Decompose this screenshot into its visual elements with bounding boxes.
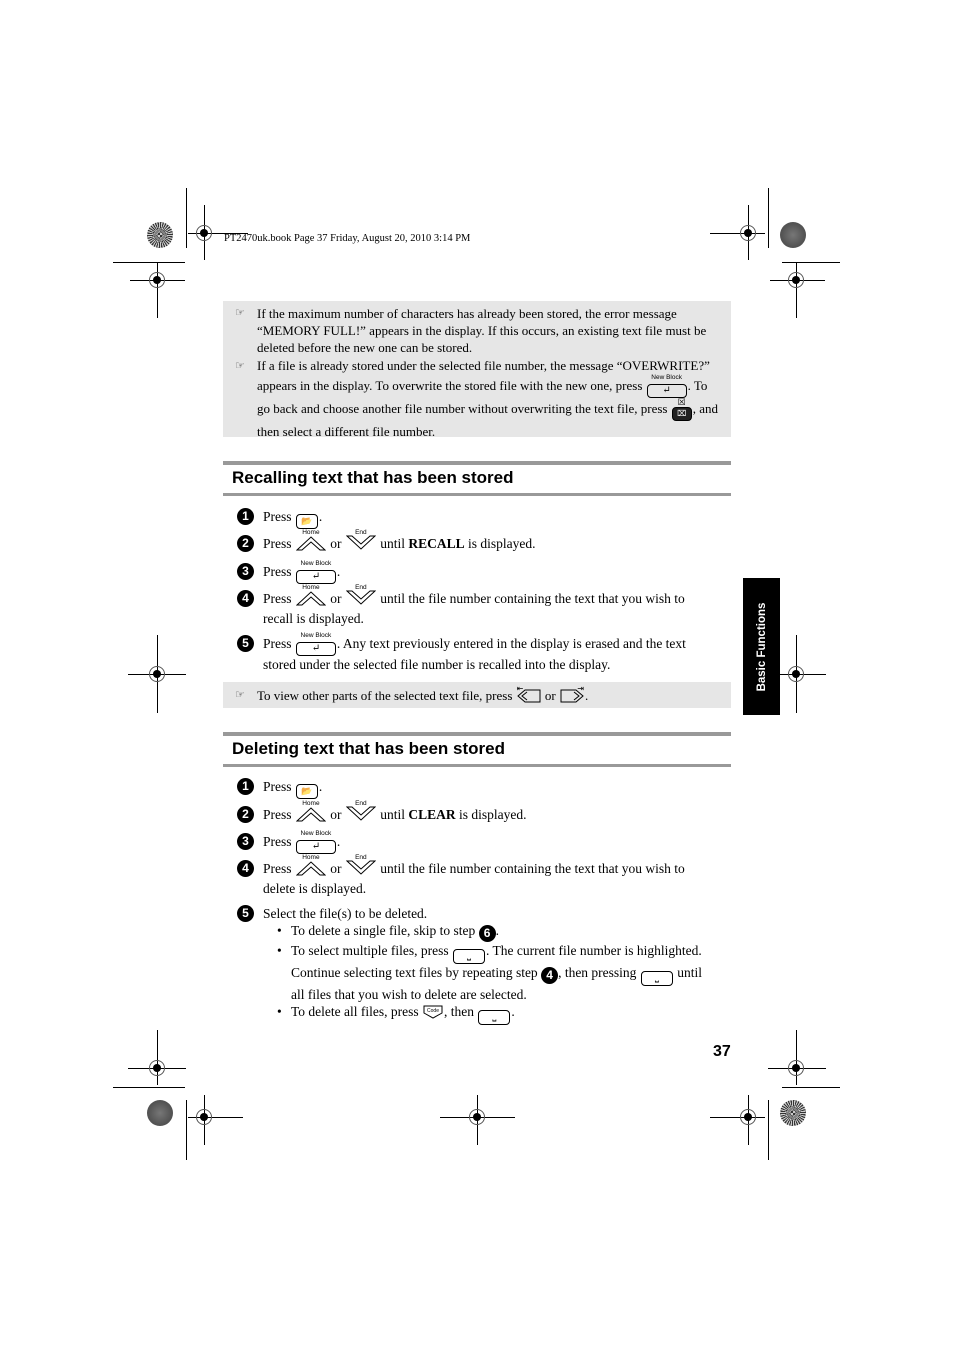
registration-mark-icon xyxy=(149,666,165,682)
crop-line xyxy=(710,233,765,234)
left-key: ⇤ xyxy=(517,684,541,707)
note-item: ☞ If a file is already stored under the … xyxy=(223,356,731,442)
step-number: 1 xyxy=(237,508,254,525)
section-heading-delete: Deleting text that has been stored xyxy=(223,732,731,767)
down-end-key: End xyxy=(345,854,377,880)
crop-line xyxy=(768,188,769,248)
enter-icon: ↵ xyxy=(295,642,336,656)
registration-mark-icon xyxy=(788,272,804,288)
color-star-target-icon xyxy=(147,1100,173,1126)
space-key: ⎵ xyxy=(640,967,673,986)
space-key: ⎵ xyxy=(453,945,486,964)
code-key-icon: Code xyxy=(423,1005,443,1019)
note-text: If a file is already stored under the se… xyxy=(257,358,710,393)
step-reference: 4 xyxy=(541,967,559,984)
recall-step-4: 4 Press Home or End until the file numbe… xyxy=(237,584,717,627)
recall-step-5: 5 Press New Block ↵. Any text previously … xyxy=(237,632,717,673)
crop-line xyxy=(186,1100,187,1160)
crop-line xyxy=(157,1030,158,1085)
step-number: 3 xyxy=(237,563,254,580)
bullet-item: To delete all files, press Code, then ⎵. xyxy=(277,1003,717,1025)
up-home-key: Home xyxy=(295,854,327,880)
delete-step-4: 4 Press Home or End until the file numbe… xyxy=(237,854,717,897)
note-text: If the maximum number of characters has … xyxy=(257,306,707,355)
pointing-hand-icon: ☞ xyxy=(235,307,245,319)
registration-mark-icon xyxy=(196,225,212,241)
step-reference: 6 xyxy=(478,925,496,942)
step-number: 5 xyxy=(237,635,254,652)
chapter-label: Basic Functions xyxy=(755,602,768,691)
registration-mark-icon xyxy=(196,1109,212,1125)
space-icon: ⎵ xyxy=(453,949,486,964)
registration-mark-icon xyxy=(149,1060,165,1076)
step-number: 4 xyxy=(237,860,254,877)
note-item: ☞ If the maximum number of characters ha… xyxy=(223,305,731,356)
new-block-key: New Block ↵ xyxy=(295,632,336,656)
registration-mark-icon xyxy=(788,666,804,682)
pointing-hand-icon: ☞ xyxy=(235,360,245,372)
bullet-item: To delete a single file, skip to step 6. xyxy=(277,922,717,942)
step-number: 5 xyxy=(237,905,254,922)
code-key: Code xyxy=(423,1004,443,1023)
print-info-header: PT2470uk.book Page 37 Friday, August 20,… xyxy=(224,233,471,244)
step-number: 1 xyxy=(237,778,254,795)
crop-line xyxy=(796,262,797,318)
pointing-hand-icon: ☞ xyxy=(235,689,245,701)
up-home-key: Home xyxy=(295,800,327,826)
down-end-key: End xyxy=(345,584,377,610)
space-key: ⎵ xyxy=(478,1006,511,1025)
down-end-key: End xyxy=(345,529,377,555)
delete-step-5: 5 Select the file(s) to be deleted. To d… xyxy=(237,905,717,1025)
color-star-target-icon xyxy=(147,222,173,248)
registration-mark-icon xyxy=(740,225,756,241)
crop-line xyxy=(157,262,158,318)
crop-line xyxy=(113,1087,185,1088)
down-end-key: End xyxy=(345,800,377,826)
crop-line xyxy=(782,262,840,263)
svg-text:Code: Code xyxy=(427,1008,439,1014)
color-star-target-icon xyxy=(780,1100,806,1126)
bullet-list: To delete a single file, skip to step 6.… xyxy=(277,922,717,1025)
registration-mark-icon xyxy=(149,272,165,288)
registration-mark-icon xyxy=(788,1060,804,1076)
recall-step-2: 2 Press Home or End until RECALL is disp… xyxy=(237,529,717,555)
crop-line xyxy=(113,262,185,263)
crop-line xyxy=(710,1117,765,1118)
crop-line xyxy=(186,188,187,248)
step-number: 4 xyxy=(237,590,254,607)
note-item: ☞ To view other parts of the selected te… xyxy=(223,684,731,707)
space-icon: ⎵ xyxy=(640,971,673,986)
up-home-key: Home xyxy=(295,529,327,555)
up-home-key: Home xyxy=(295,584,327,610)
crop-line xyxy=(768,1100,769,1160)
step-number: 2 xyxy=(237,806,254,823)
page-number: 37 xyxy=(713,1043,731,1060)
crop-line xyxy=(796,1030,797,1085)
step-number: 2 xyxy=(237,535,254,552)
registration-mark-icon xyxy=(469,1109,485,1125)
chapter-side-tab: Basic Functions xyxy=(743,578,780,715)
delete-step-2: 2 Press Home or End until CLEAR is displ… xyxy=(237,800,717,826)
note-box: ☞ If the maximum number of characters ha… xyxy=(223,301,731,439)
color-star-target-icon xyxy=(780,222,806,248)
registration-mark-icon xyxy=(740,1109,756,1125)
right-key: ⇥ xyxy=(560,684,584,707)
space-icon: ⎵ xyxy=(478,1010,511,1025)
step-number: 3 xyxy=(237,833,254,850)
crop-line xyxy=(782,1087,840,1088)
escape-key: ☒ ⌧ xyxy=(671,397,692,422)
bullet-item: To select multiple files, press ⎵. The c… xyxy=(277,942,717,1003)
section-heading-recall: Recalling text that has been stored xyxy=(223,461,731,496)
recall-note-box: ☞ To view other parts of the selected te… xyxy=(223,682,731,708)
